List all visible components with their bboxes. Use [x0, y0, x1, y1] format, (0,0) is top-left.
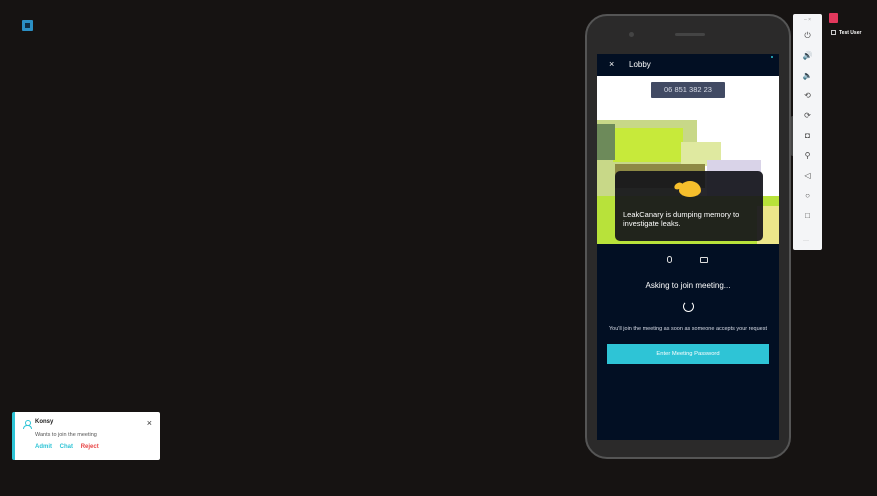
preview-artifact [597, 124, 615, 160]
overview-icon[interactable]: □ [793, 206, 822, 226]
rotate-left-icon[interactable]: ⟲ [793, 86, 822, 106]
emulator-tools: ⏻ 🔊 🔈 ⟲ ⟳ ◘ ⚲ ◁ ○ □ [793, 26, 822, 226]
phone-frame: × Lobby 06 851 382 23 LeakCanary is dump… [585, 14, 794, 459]
more-icon[interactable]: ··· [803, 238, 809, 244]
microphone-icon[interactable] [667, 256, 672, 263]
loading-spinner [682, 301, 694, 312]
zoom-icon[interactable]: ⚲ [793, 146, 822, 166]
user-checkbox-icon [831, 30, 836, 36]
preview-artifact [613, 128, 683, 162]
meeting-id: 06 851 382 23 [651, 82, 725, 98]
reject-button[interactable]: Reject [81, 444, 99, 450]
media-controls [597, 244, 779, 276]
toast-text: LeakCanary is dumping memory to investig… [623, 210, 740, 228]
requester-name: Konsy [35, 419, 54, 425]
status-dot [771, 56, 773, 58]
home-icon[interactable]: ○ [793, 186, 822, 206]
camera-icon[interactable]: ◘ [793, 126, 822, 146]
user-name: Test User [839, 30, 862, 36]
video-preview: 06 851 382 23 LeakCanary is dumping memo… [597, 76, 779, 244]
user-icon [23, 420, 32, 429]
window-controls[interactable]: – × [793, 14, 822, 26]
rotate-right-icon[interactable]: ⟳ [793, 106, 822, 126]
request-message: Wants to join the meeting [35, 432, 97, 438]
volume-up-icon[interactable]: 🔊 [793, 46, 822, 66]
recording-icon[interactable] [829, 13, 838, 23]
notification-actions: Admit Chat Reject [35, 444, 105, 450]
join-request-notification: Konsy Wants to join the meeting × Admit … [12, 412, 160, 460]
volume-down-icon[interactable]: 🔈 [793, 66, 822, 86]
page-title: Lobby [629, 60, 651, 69]
front-camera [629, 32, 634, 37]
back-icon[interactable]: ◁ [793, 166, 822, 186]
emulator-toolbar: – × ⏻ 🔊 🔈 ⟲ ⟳ ◘ ⚲ ◁ ○ □ ··· [793, 14, 822, 250]
user-badge[interactable]: Test User [831, 30, 861, 36]
close-icon[interactable]: × [147, 418, 152, 428]
earpiece [675, 33, 705, 36]
app-logo-icon[interactable] [22, 20, 33, 31]
desktop: Konsy Wants to join the meeting × Admit … [0, 0, 877, 496]
join-info-text: You'll join the meeting as soon as someo… [609, 326, 767, 332]
phone-screen: × Lobby 06 851 382 23 LeakCanary is dump… [597, 54, 779, 440]
admit-button[interactable]: Admit [35, 444, 52, 450]
leakcanary-toast: LeakCanary is dumping memory to investig… [615, 171, 763, 241]
leakcanary-bird-icon [679, 181, 701, 197]
power-icon[interactable]: ⏻ [793, 26, 822, 46]
join-status: Asking to join meeting... [645, 281, 731, 290]
chat-button[interactable]: Chat [60, 444, 73, 450]
enter-meeting-password-button[interactable]: Enter Meeting Password [607, 344, 769, 364]
close-icon[interactable]: × [609, 59, 614, 69]
lobby-header: × Lobby [597, 54, 779, 76]
video-camera-icon[interactable] [700, 257, 708, 263]
